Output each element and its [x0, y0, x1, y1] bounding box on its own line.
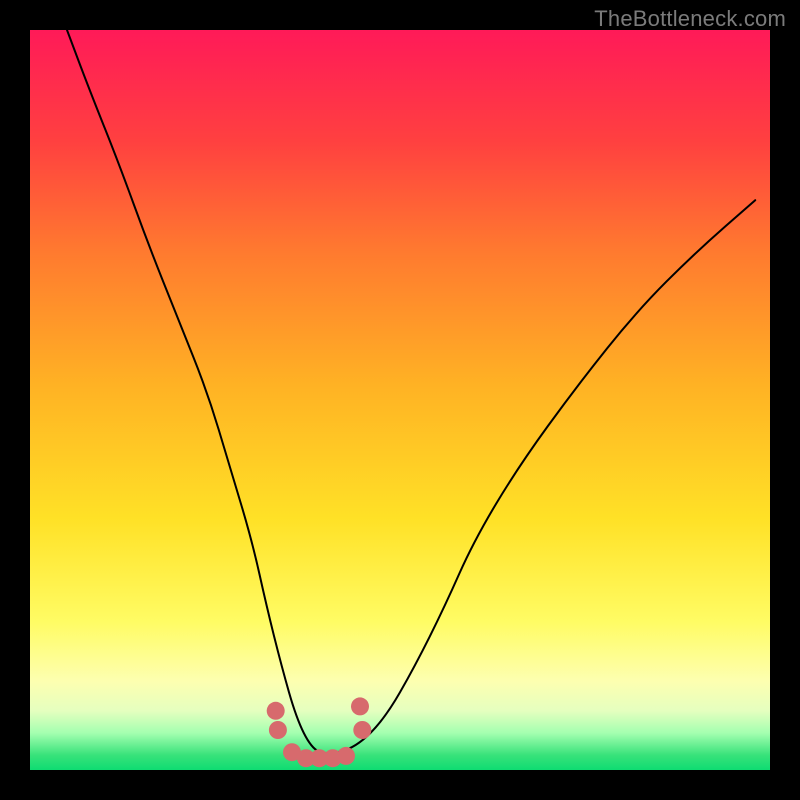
highlight-point: [267, 702, 285, 720]
bottleneck-curve: [67, 30, 755, 753]
highlight-points-group: [267, 697, 372, 767]
watermark-text: TheBottleneck.com: [594, 6, 786, 32]
chart-svg: [30, 30, 770, 770]
plot-area: [30, 30, 770, 770]
highlight-point: [269, 721, 287, 739]
highlight-point: [353, 721, 371, 739]
highlight-point: [351, 697, 369, 715]
highlight-point: [337, 747, 355, 765]
